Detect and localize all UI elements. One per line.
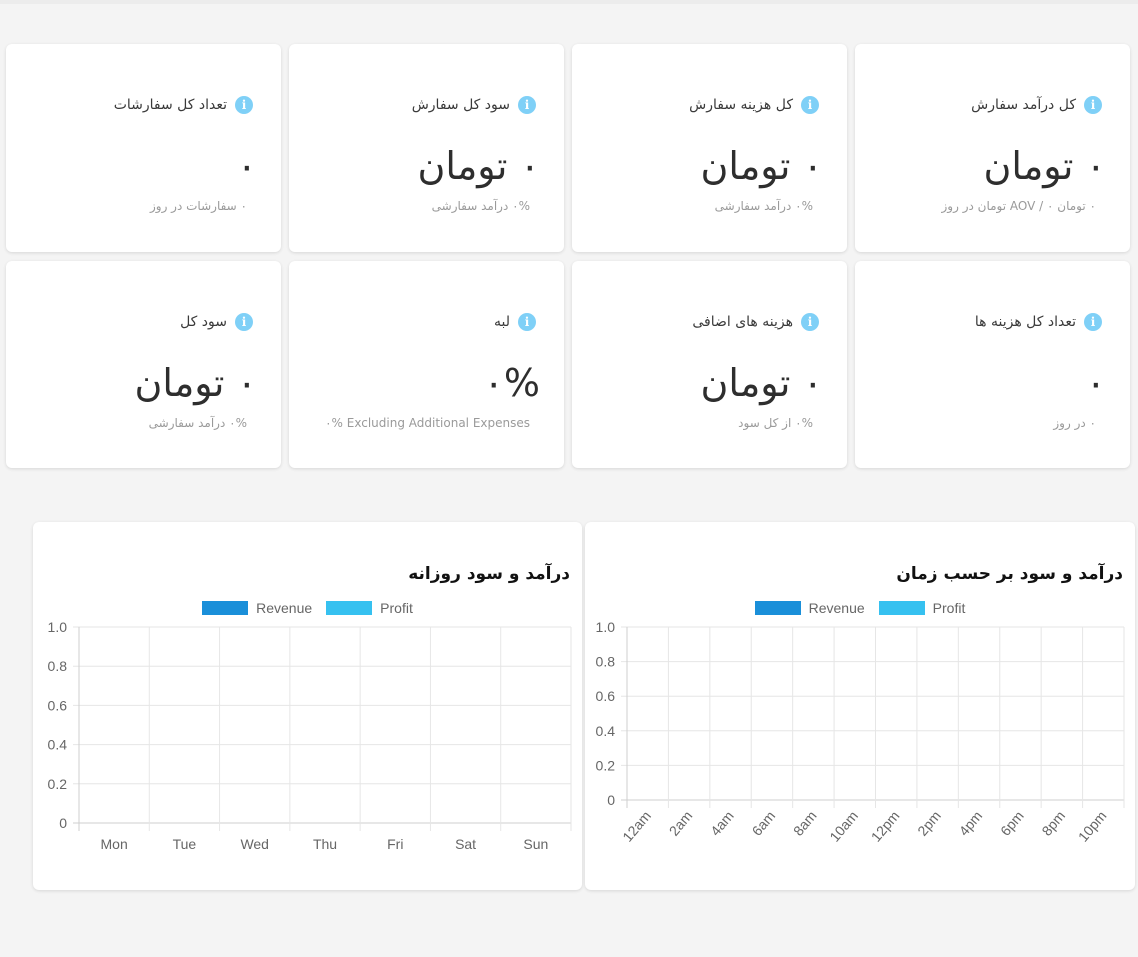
x-tick-label: 12am	[619, 808, 654, 845]
card-title: سود کل	[180, 314, 227, 330]
stat-card-additional-expenses: هزینه های اضافی i ۰ تومان ۰% از کل سود	[572, 261, 847, 468]
x-tick-label: 12pm	[868, 808, 903, 845]
x-tick-label: Wed	[240, 836, 269, 852]
y-tick-label: 0.2	[48, 776, 68, 792]
stat-card-total-expenses-count: تعداد کل هزینه ها i ۰ ۰ در روز	[855, 261, 1130, 468]
x-tick-label: 8pm	[1038, 808, 1068, 839]
card-value: ۰ تومان	[700, 144, 823, 188]
stat-card-total-order-profit: سود کل سفارش i ۰ تومان ۰% درآمد سفارشی	[289, 44, 564, 252]
card-subtext: ۰% درآمد سفارشی	[148, 416, 247, 430]
y-tick-label: 0.6	[596, 688, 616, 704]
info-icon[interactable]: i	[1084, 96, 1102, 114]
y-tick-label: 1.0	[48, 619, 68, 635]
card-subtext: ۰% از کل سود	[738, 416, 813, 430]
card-header: کل درآمد سفارش i	[971, 96, 1102, 114]
stat-card-margin: لبه i ۰% ۰% Excluding Additional Expense…	[289, 261, 564, 468]
info-icon[interactable]: i	[801, 313, 819, 331]
card-title: کل درآمد سفارش	[971, 97, 1076, 113]
chart-card-daily: درآمد و سود روزانه Revenue Profit 1.0 0.8…	[33, 522, 582, 890]
card-header: هزینه های اضافی i	[692, 313, 819, 331]
card-header: تعداد کل سفارشات i	[114, 96, 253, 114]
y-tick-label: 0.4	[48, 737, 68, 753]
card-title: تعداد کل هزینه ها	[974, 314, 1076, 330]
card-subtext: ۰ در روز	[1053, 416, 1096, 430]
card-value: ۰ تومان	[700, 361, 823, 405]
y-tick-label: 1.0	[596, 619, 616, 635]
card-header: سود کل i	[180, 313, 253, 331]
x-tick-label: 8am	[790, 808, 820, 839]
card-subtext: ۰% Excluding Additional Expenses	[325, 416, 530, 430]
y-tick-label: 0.6	[48, 697, 68, 713]
info-icon[interactable]: i	[235, 313, 253, 331]
card-value: ۰ تومان	[417, 144, 540, 188]
card-subtext: ۰ تومان AOV / ۰ تومان در روز	[941, 199, 1097, 213]
y-tick-label: 0.2	[596, 757, 616, 773]
card-value: ۰	[1085, 361, 1106, 405]
card-title: لبه	[494, 314, 510, 330]
info-icon[interactable]: i	[518, 96, 536, 114]
card-subtext: ۰% درآمد سفارشی	[714, 199, 813, 213]
x-tick-label: 4am	[707, 808, 737, 839]
y-tick-label: 0	[607, 792, 615, 808]
card-value: ۰	[236, 144, 257, 188]
top-divider	[0, 0, 1138, 4]
y-tick-label: 0.4	[596, 723, 616, 739]
card-subtext: ۰% درآمد سفارشی	[431, 199, 530, 213]
card-value: ۰%	[483, 361, 540, 405]
y-tick-label: 0	[59, 815, 67, 831]
daily-chart-plot: 1.0 0.8 0.6 0.4 0.2 0 Mon Tue Wed Thu Fri Sat Sun	[48, 619, 572, 852]
x-tick-label: 6am	[748, 808, 778, 839]
card-value: ۰ تومان	[983, 144, 1106, 188]
x-tick-label: Thu	[313, 836, 337, 852]
stat-card-total-cost: کل هزینه سفارش i ۰ تومان ۰% درآمد سفارشی	[572, 44, 847, 252]
card-header: سود کل سفارش i	[412, 96, 536, 114]
chart-card-hourly: درآمد و سود بر حسب زمان Revenue Profit 1…	[585, 522, 1135, 890]
x-tick-label: Tue	[173, 836, 197, 852]
stat-card-total-revenue: کل درآمد سفارش i ۰ تومان ۰ تومان AOV / ۰…	[855, 44, 1130, 252]
info-icon[interactable]: i	[801, 96, 819, 114]
x-tick-label: 4pm	[956, 808, 986, 839]
x-tick-label: Sat	[455, 836, 476, 852]
x-tick-label: 2pm	[914, 808, 944, 839]
card-subtext: ۰ سفارشات در روز	[149, 199, 247, 213]
card-value: ۰ تومان	[134, 361, 257, 405]
x-tick-label: 6pm	[997, 808, 1027, 839]
info-icon[interactable]: i	[235, 96, 253, 114]
card-header: تعداد کل هزینه ها i	[975, 313, 1102, 331]
card-header: کل هزینه سفارش i	[689, 96, 819, 114]
stat-card-total-profit: سود کل i ۰ تومان ۰% درآمد سفارشی	[6, 261, 281, 468]
card-title: تعداد کل سفارشات	[113, 97, 227, 113]
y-tick-label: 0.8	[48, 658, 68, 674]
info-icon[interactable]: i	[1084, 313, 1102, 331]
card-title: کل هزینه سفارش	[689, 97, 793, 113]
x-tick-label: 2am	[666, 808, 696, 839]
card-title: هزینه های اضافی	[692, 314, 793, 330]
x-tick-label: 10am	[826, 808, 861, 845]
stat-card-total-orders: تعداد کل سفارشات i ۰ ۰ سفارشات در روز	[6, 44, 281, 252]
y-tick-label: 0.8	[596, 654, 616, 670]
hourly-chart-plot: 1.0 0.8 0.6 0.4 0.2 012am 2am 4am 6am 8am 10am 12pm…	[596, 619, 1125, 845]
x-tick-label: Fri	[387, 836, 403, 852]
x-tick-label: 10pm	[1075, 808, 1110, 845]
card-title: سود کل سفارش	[411, 97, 510, 113]
x-tick-label: Sun	[523, 836, 548, 852]
info-icon[interactable]: i	[518, 313, 536, 331]
card-header: لبه i	[494, 313, 536, 331]
x-tick-label: Mon	[101, 836, 128, 852]
